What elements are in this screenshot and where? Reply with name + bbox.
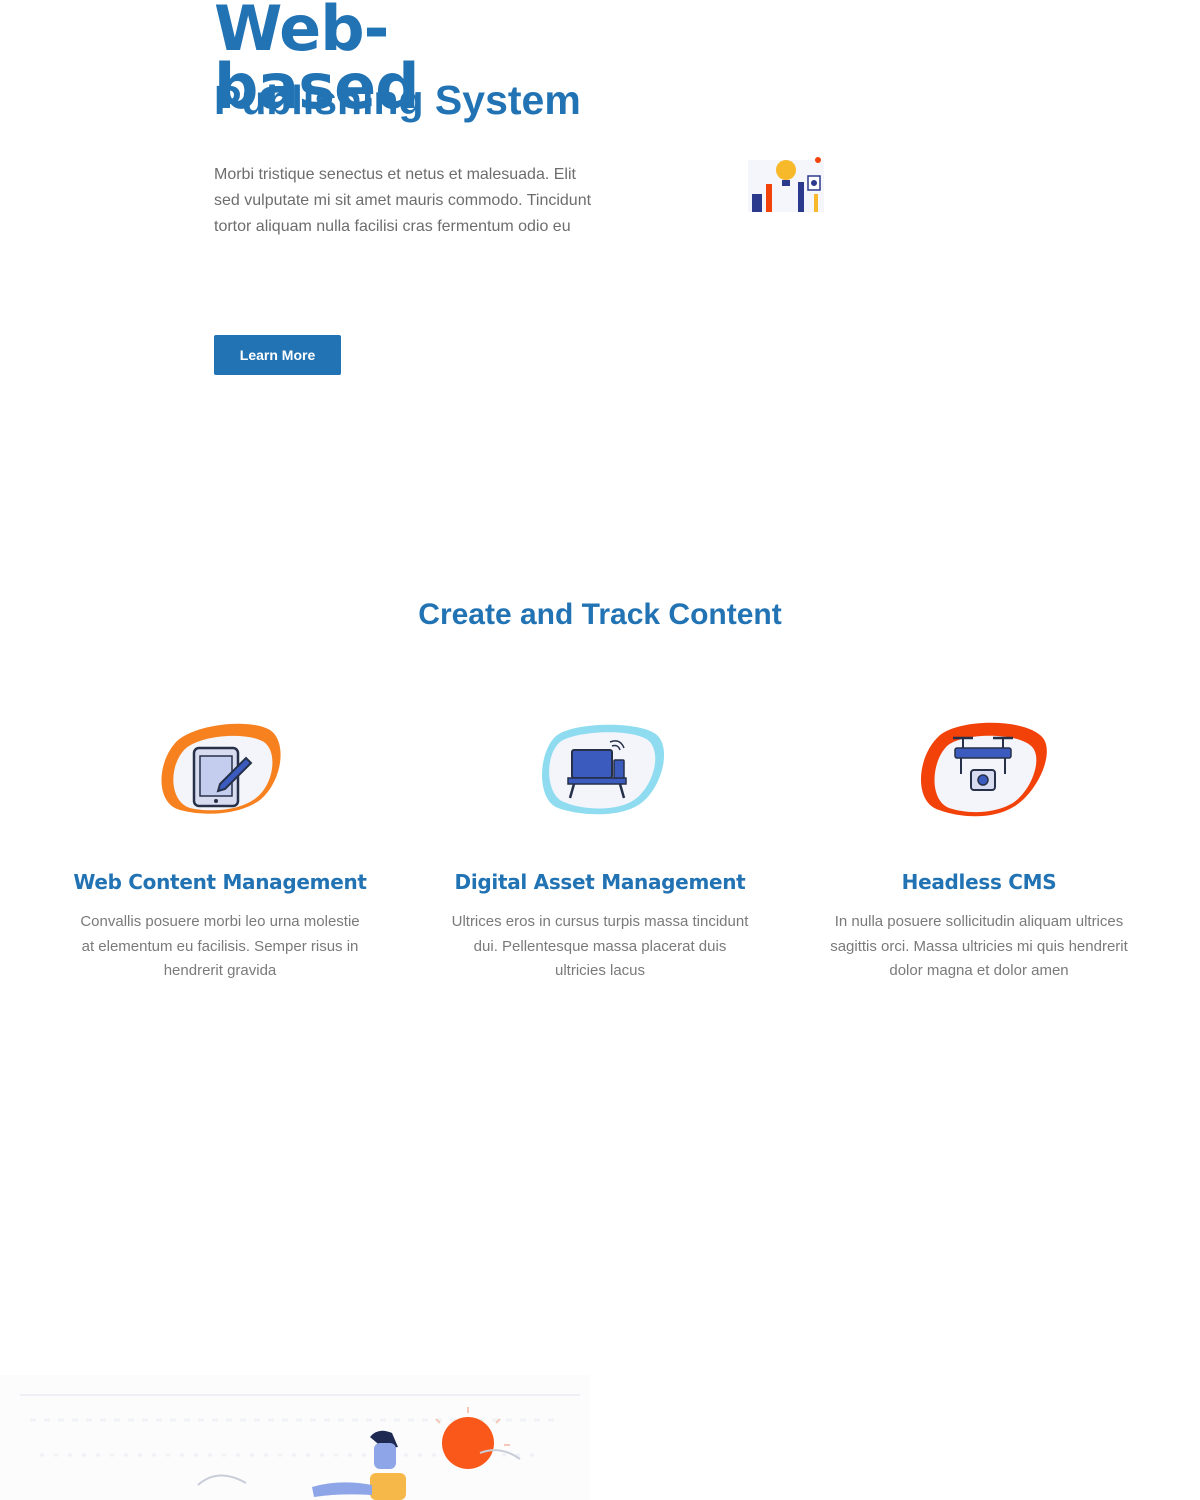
computer-desk-icon [542,724,665,815]
hero-subtitle: Publishing System [214,77,581,123]
feature-description: In nulla posuere sollicitudin aliquam ul… [830,913,1128,979]
hero-description: Morbi tristique senectus et netus et mal… [214,166,592,235]
feature-description: Convallis posuere morbi leo urna molesti… [80,913,360,979]
learn-more-button[interactable]: Learn More [214,335,341,375]
drone-camera-icon [920,722,1047,817]
feature-card-digital-asset: Digital Asset Management Ultrices eros i… [430,712,770,984]
feature-description: Ultrices eros in cursus turpis massa tin… [451,913,749,979]
feature-card-headless-cms: Headless CMS In nulla posuere sollicitud… [809,712,1149,984]
feature-icon-badge [909,712,1049,822]
feature-icon-badge [150,712,290,822]
person-sun-illustration [0,1375,590,1500]
feature-icon-badge [530,712,670,822]
section-title: Create and Track Content [418,598,782,631]
team-lightbulb-illustration [748,157,824,212]
tablet-pen-icon [161,723,281,814]
feature-title: Headless CMS [901,870,1057,894]
feature-card-web-content: Web Content Management Convallis posuere… [50,712,390,984]
feature-title: Digital Asset Management [454,870,746,894]
feature-title: Web Content Management [73,870,367,894]
